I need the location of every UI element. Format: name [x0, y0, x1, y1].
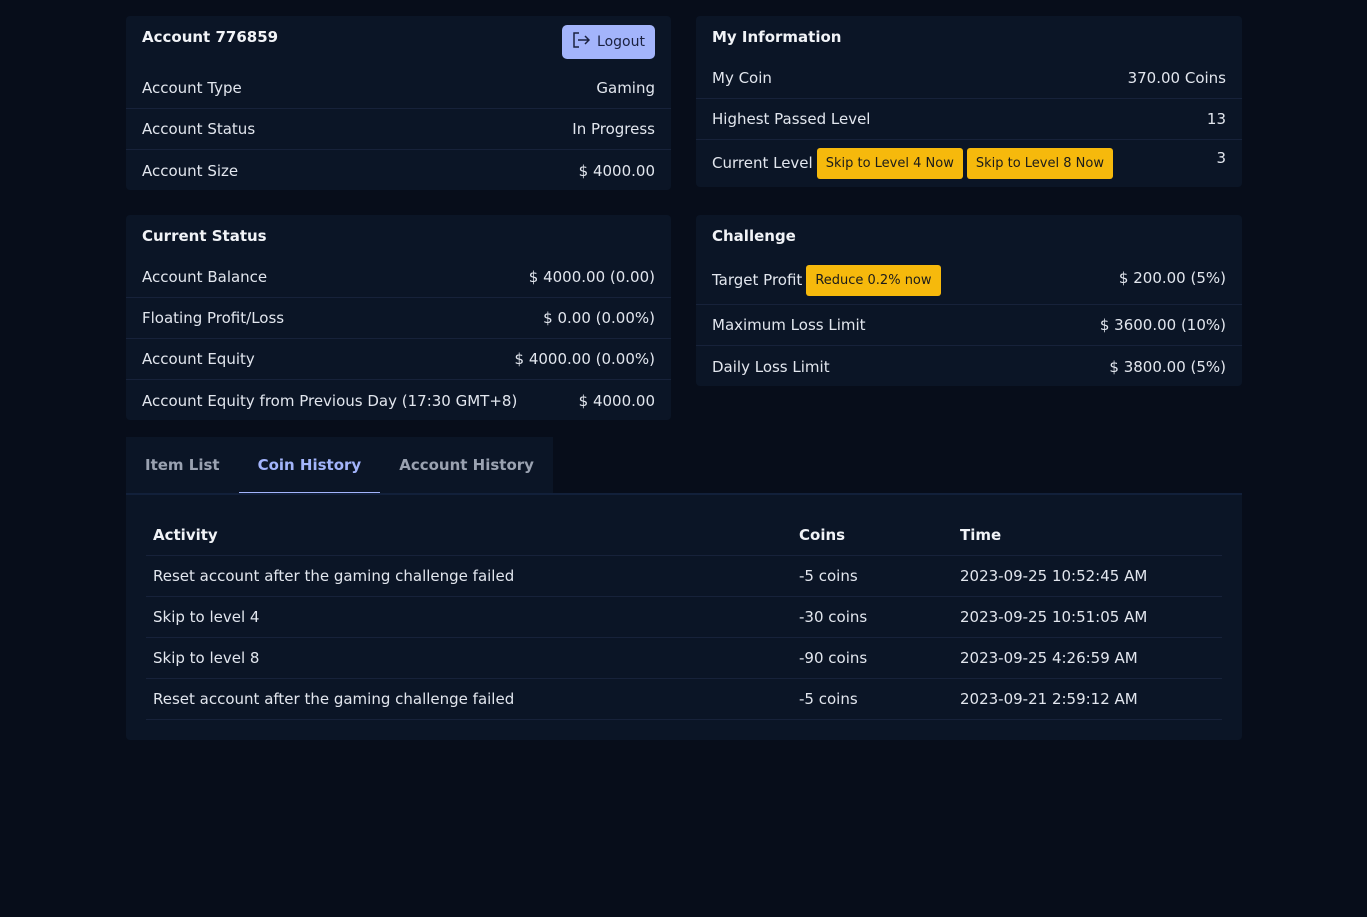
logout-label: Logout [597, 34, 645, 50]
floating-pl-label: Floating Profit/Loss [142, 309, 285, 327]
challenge-card: Challenge Target Profit Reduce 0.2% now … [696, 215, 1242, 386]
daily-loss-label: Daily Loss Limit [712, 357, 830, 376]
tab-account-history[interactable]: Account History [380, 437, 553, 494]
activity-cell: Skip to level 4 [153, 608, 260, 626]
max-loss-label: Maximum Loss Limit [712, 316, 866, 334]
current-status-title: Current Status [142, 227, 267, 245]
current-level-group: Current Level Skip to Level 4 Now Skip t… [712, 148, 1113, 179]
skip-to-level-4-button[interactable]: Skip to Level 4 Now [816, 148, 963, 179]
logout-button[interactable]: Logout [562, 25, 655, 59]
table-row: Reset account after the gaming challenge… [146, 679, 1222, 720]
previous-day-equity-row: Account Equity from Previous Day (17:30 … [126, 380, 671, 421]
table-row: Skip to level 8 -90 coins 2023-09-25 4:2… [146, 638, 1222, 679]
floating-pl-row: Floating Profit/Loss $ 0.00 (0.00%) [126, 298, 671, 339]
time-cell: 2023-09-25 4:26:59 AM [960, 649, 1138, 667]
skip-to-level-8-button[interactable]: Skip to Level 8 Now [966, 148, 1113, 179]
current-level-row: Current Level Skip to Level 4 Now Skip t… [696, 140, 1242, 187]
account-title: Account 776859 [142, 28, 279, 46]
account-card: Account 776859 Logout Account Type Gamin… [126, 16, 671, 190]
tab-item-list[interactable]: Item List [126, 437, 239, 494]
my-information-title: My Information [712, 28, 842, 46]
table-row: Skip to level 4 -30 coins 2023-09-25 10:… [146, 597, 1222, 638]
account-type-row: Account Type Gaming [126, 68, 671, 109]
current-level-value: 3 [1216, 149, 1226, 167]
account-type-label: Account Type [142, 79, 242, 97]
my-coin-label: My Coin [712, 69, 772, 87]
coins-cell: -5 coins [799, 690, 858, 708]
tab-coin-history[interactable]: Coin History [238, 437, 381, 494]
history-tabs: Item List Coin History Account History [126, 437, 553, 494]
account-size-row: Account Size $ 4000.00 [126, 150, 671, 191]
header-coins: Coins [799, 526, 846, 544]
account-equity-value: $ 4000.00 (0.00%) [514, 350, 655, 368]
account-status-value: In Progress [572, 120, 655, 138]
highest-level-value: 13 [1206, 110, 1226, 128]
coins-cell: -5 coins [799, 567, 858, 585]
activity-cell: Skip to level 8 [153, 649, 260, 667]
my-coin-row: My Coin 370.00 Coins [696, 58, 1242, 99]
header-time: Time [960, 526, 1002, 544]
activity-cell: Reset account after the gaming challenge… [153, 567, 515, 585]
time-cell: 2023-09-25 10:51:05 AM [960, 608, 1148, 626]
my-coin-value: 370.00 Coins [1127, 69, 1226, 87]
coin-history-panel: Activity Coins Time Reset account after … [126, 495, 1242, 740]
previous-day-equity-label: Account Equity from Previous Day (17:30 … [142, 391, 518, 410]
target-profit-value: $ 200.00 (5%) [1118, 269, 1226, 287]
highest-level-label: Highest Passed Level [712, 110, 871, 128]
previous-day-equity-value: $ 4000.00 [578, 391, 655, 410]
account-status-row: Account Status In Progress [126, 109, 671, 150]
account-equity-row: Account Equity $ 4000.00 (0.00%) [126, 339, 671, 380]
coins-cell: -90 coins [799, 649, 868, 667]
header-activity: Activity [153, 526, 218, 544]
account-balance-value: $ 4000.00 (0.00) [528, 268, 655, 286]
floating-pl-value: $ 0.00 (0.00%) [543, 309, 655, 327]
challenge-title: Challenge [712, 227, 796, 245]
time-cell: 2023-09-21 2:59:12 AM [960, 690, 1138, 708]
reduce-target-button[interactable]: Reduce 0.2% now [806, 265, 941, 296]
daily-loss-row: Daily Loss Limit $ 3800.00 (5%) [696, 346, 1242, 387]
account-status-label: Account Status [142, 120, 256, 138]
account-type-value: Gaming [596, 79, 655, 97]
account-equity-label: Account Equity [142, 350, 255, 368]
highest-level-row: Highest Passed Level 13 [696, 99, 1242, 140]
max-loss-value: $ 3600.00 (10%) [1099, 316, 1226, 334]
account-size-value: $ 4000.00 [578, 161, 655, 180]
coins-cell: -30 coins [799, 608, 868, 626]
target-profit-group: Target Profit Reduce 0.2% now [712, 265, 941, 296]
time-cell: 2023-09-25 10:52:45 AM [960, 567, 1148, 585]
daily-loss-value: $ 3800.00 (5%) [1109, 357, 1226, 376]
account-balance-row: Account Balance $ 4000.00 (0.00) [126, 257, 671, 298]
activity-cell: Reset account after the gaming challenge… [153, 690, 515, 708]
target-profit-label: Target Profit [712, 271, 803, 289]
table-row: Reset account after the gaming challenge… [146, 556, 1222, 597]
max-loss-row: Maximum Loss Limit $ 3600.00 (10%) [696, 305, 1242, 346]
table-header: Activity Coins Time [146, 515, 1222, 556]
my-information-card: My Information My Coin 370.00 Coins High… [696, 16, 1242, 187]
current-level-label: Current Level [712, 154, 813, 172]
target-profit-row: Target Profit Reduce 0.2% now $ 200.00 (… [696, 257, 1242, 305]
account-size-label: Account Size [142, 161, 239, 180]
logout-icon [572, 32, 591, 52]
current-status-card: Current Status Account Balance $ 4000.00… [126, 215, 671, 420]
account-balance-label: Account Balance [142, 268, 268, 286]
